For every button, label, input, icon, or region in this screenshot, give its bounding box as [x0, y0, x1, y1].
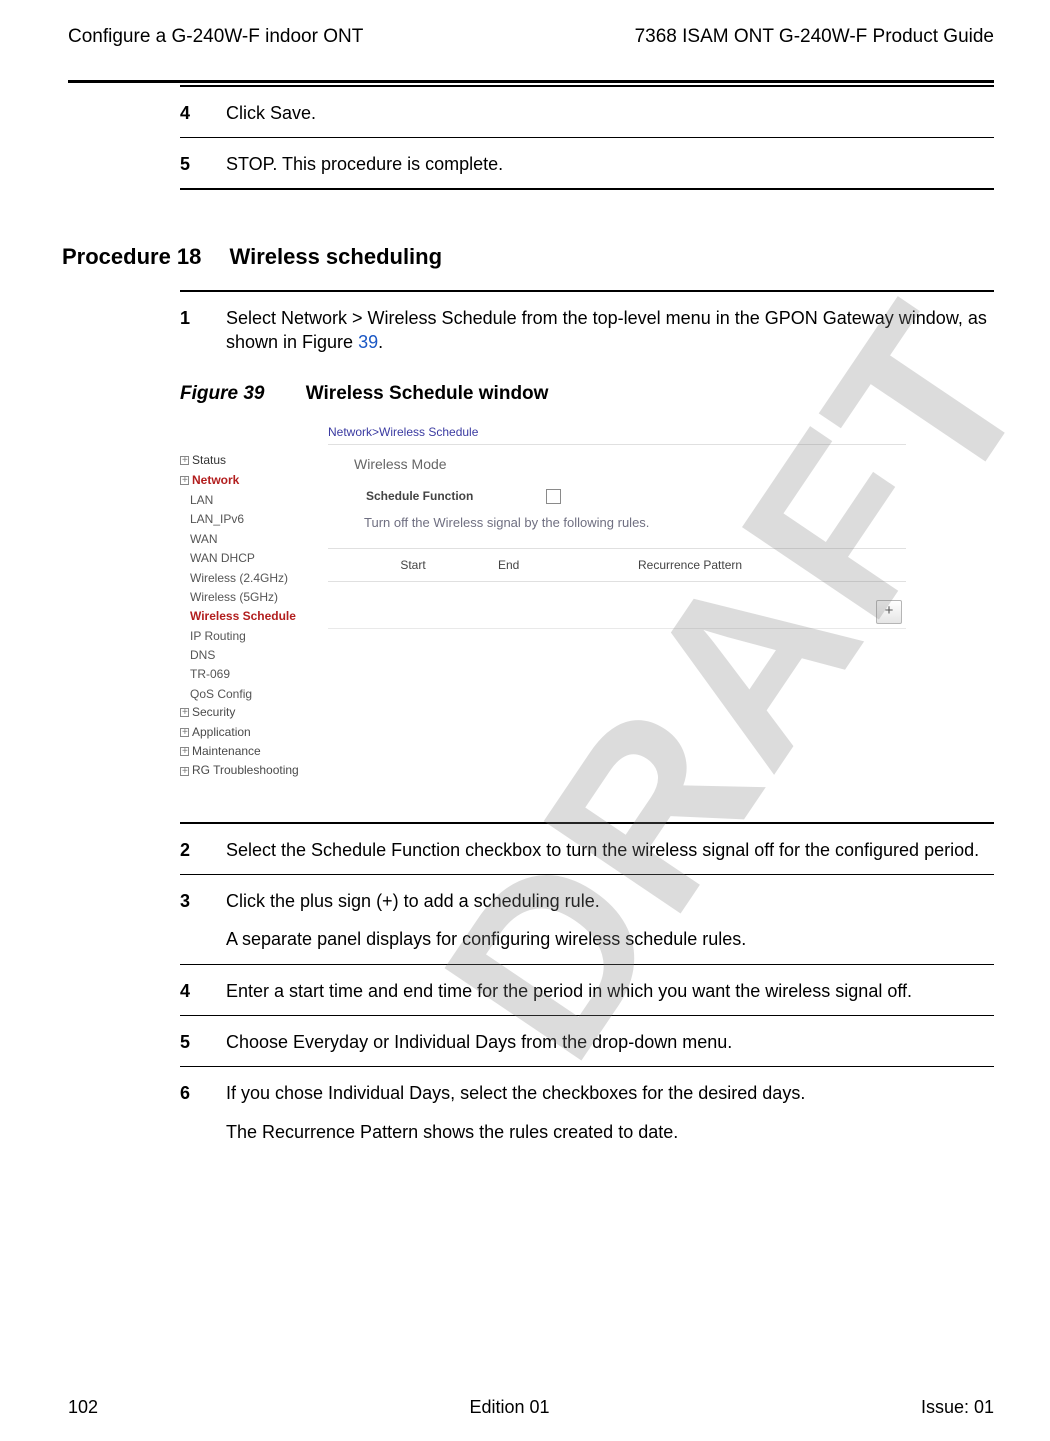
nav-status-label: Status [192, 452, 226, 469]
figure-title: Wireless Schedule window [306, 383, 549, 404]
step-5-num: 5 [180, 1030, 200, 1054]
header-left: Configure a G-240W-F indoor ONT [68, 24, 363, 50]
step-4-num: 4 [180, 979, 200, 1003]
panel-title: Wireless Mode [328, 445, 906, 486]
figure-caption: Figure 39 Wireless Schedule window [180, 381, 994, 407]
footer-issue: Issue: 01 [921, 1395, 994, 1419]
nav-rg-troubleshooting[interactable]: RG Troubleshooting [180, 762, 328, 779]
nav-security-label: Security [192, 704, 235, 721]
prev-step-5-num: 5 [180, 152, 200, 176]
step-1-text-before: Select Network > Wireless Schedule from … [226, 308, 987, 352]
nav-network-label: Network [192, 472, 239, 489]
add-rule-button[interactable]: + [876, 600, 902, 624]
prev-step-5-text: STOP. This procedure is complete. [226, 152, 994, 176]
step-1-text-after: . [378, 332, 383, 352]
step-2-num: 2 [180, 838, 200, 862]
nav-panel: Status Network LAN LAN_IPv6 WAN WAN DHCP… [180, 416, 328, 782]
wireless-schedule-screenshot: Status Network LAN LAN_IPv6 WAN WAN DHCP… [180, 416, 906, 782]
schedule-function-label: Schedule Function [328, 488, 546, 504]
col-start: Start [328, 549, 498, 581]
step-2-text: Select the Schedule Function checkbox to… [226, 838, 994, 862]
nav-status[interactable]: Status [180, 452, 328, 469]
expand-icon[interactable] [180, 476, 189, 485]
step-4-text: Enter a start time and end time for the … [226, 979, 994, 1003]
expand-icon[interactable] [180, 747, 189, 756]
nav-security[interactable]: Security [180, 704, 328, 721]
nav-lan-ipv6[interactable]: LAN_IPv6 [190, 510, 328, 529]
header-right: 7368 ISAM ONT G-240W-F Product Guide [635, 24, 994, 50]
step-5-text: Choose Everyday or Individual Days from … [226, 1030, 994, 1054]
nav-network[interactable]: Network [180, 472, 328, 489]
breadcrumb: Network>Wireless Schedule [328, 424, 906, 445]
footer-edition: Edition 01 [469, 1395, 549, 1419]
footer-page-num: 102 [68, 1395, 98, 1419]
nav-dns[interactable]: DNS [190, 646, 328, 665]
step-3-text: Click the plus sign (+) to add a schedul… [226, 889, 994, 913]
procedure-heading: Procedure 18 Wireless scheduling [62, 242, 994, 272]
expand-icon[interactable] [180, 708, 189, 717]
step-3-num: 3 [180, 889, 200, 913]
step-1-text: Select Network > Wireless Schedule from … [226, 306, 994, 355]
nav-application-label: Application [192, 724, 251, 741]
expand-icon[interactable] [180, 767, 189, 776]
step-6-text: If you chose Individual Days, select the… [226, 1081, 994, 1105]
step-1-num: 1 [180, 306, 200, 355]
main-panel: Network>Wireless Schedule Wireless Mode … [328, 416, 906, 782]
figure-prefix: Figure 39 [180, 383, 264, 404]
nav-maintenance-label: Maintenance [192, 743, 261, 760]
expand-icon[interactable] [180, 728, 189, 737]
nav-wireless-24[interactable]: Wireless (2.4GHz) [190, 569, 328, 588]
prev-step-4-text: Click Save. [226, 101, 994, 125]
col-recurrence: Recurrence Pattern [638, 549, 906, 581]
figure-link-39[interactable]: 39 [358, 332, 378, 352]
nav-lan[interactable]: LAN [190, 491, 328, 510]
nav-wan-dhcp[interactable]: WAN DHCP [190, 549, 328, 568]
step-3-note: A separate panel displays for configurin… [180, 927, 994, 951]
nav-ip-routing[interactable]: IP Routing [190, 627, 328, 646]
col-end: End [498, 549, 638, 581]
nav-wireless-5[interactable]: Wireless (5GHz) [190, 588, 328, 607]
schedule-note: Turn off the Wireless signal by the foll… [328, 514, 906, 532]
step-6-note: The Recurrence Pattern shows the rules c… [180, 1120, 994, 1144]
nav-qos-config[interactable]: QoS Config [190, 685, 328, 704]
expand-icon[interactable] [180, 456, 189, 465]
nav-tr069[interactable]: TR-069 [190, 665, 328, 684]
prev-step-4-num: 4 [180, 101, 200, 125]
nav-application[interactable]: Application [180, 724, 328, 741]
header-rule [68, 80, 994, 83]
schedule-table-header: Start End Recurrence Pattern [328, 548, 906, 582]
nav-maintenance[interactable]: Maintenance [180, 743, 328, 760]
step-6-num: 6 [180, 1081, 200, 1105]
schedule-function-checkbox[interactable] [546, 489, 561, 504]
nav-wireless-schedule[interactable]: Wireless Schedule [190, 607, 328, 626]
nav-wan[interactable]: WAN [190, 530, 328, 549]
nav-rgts-label: RG Troubleshooting [192, 762, 299, 779]
